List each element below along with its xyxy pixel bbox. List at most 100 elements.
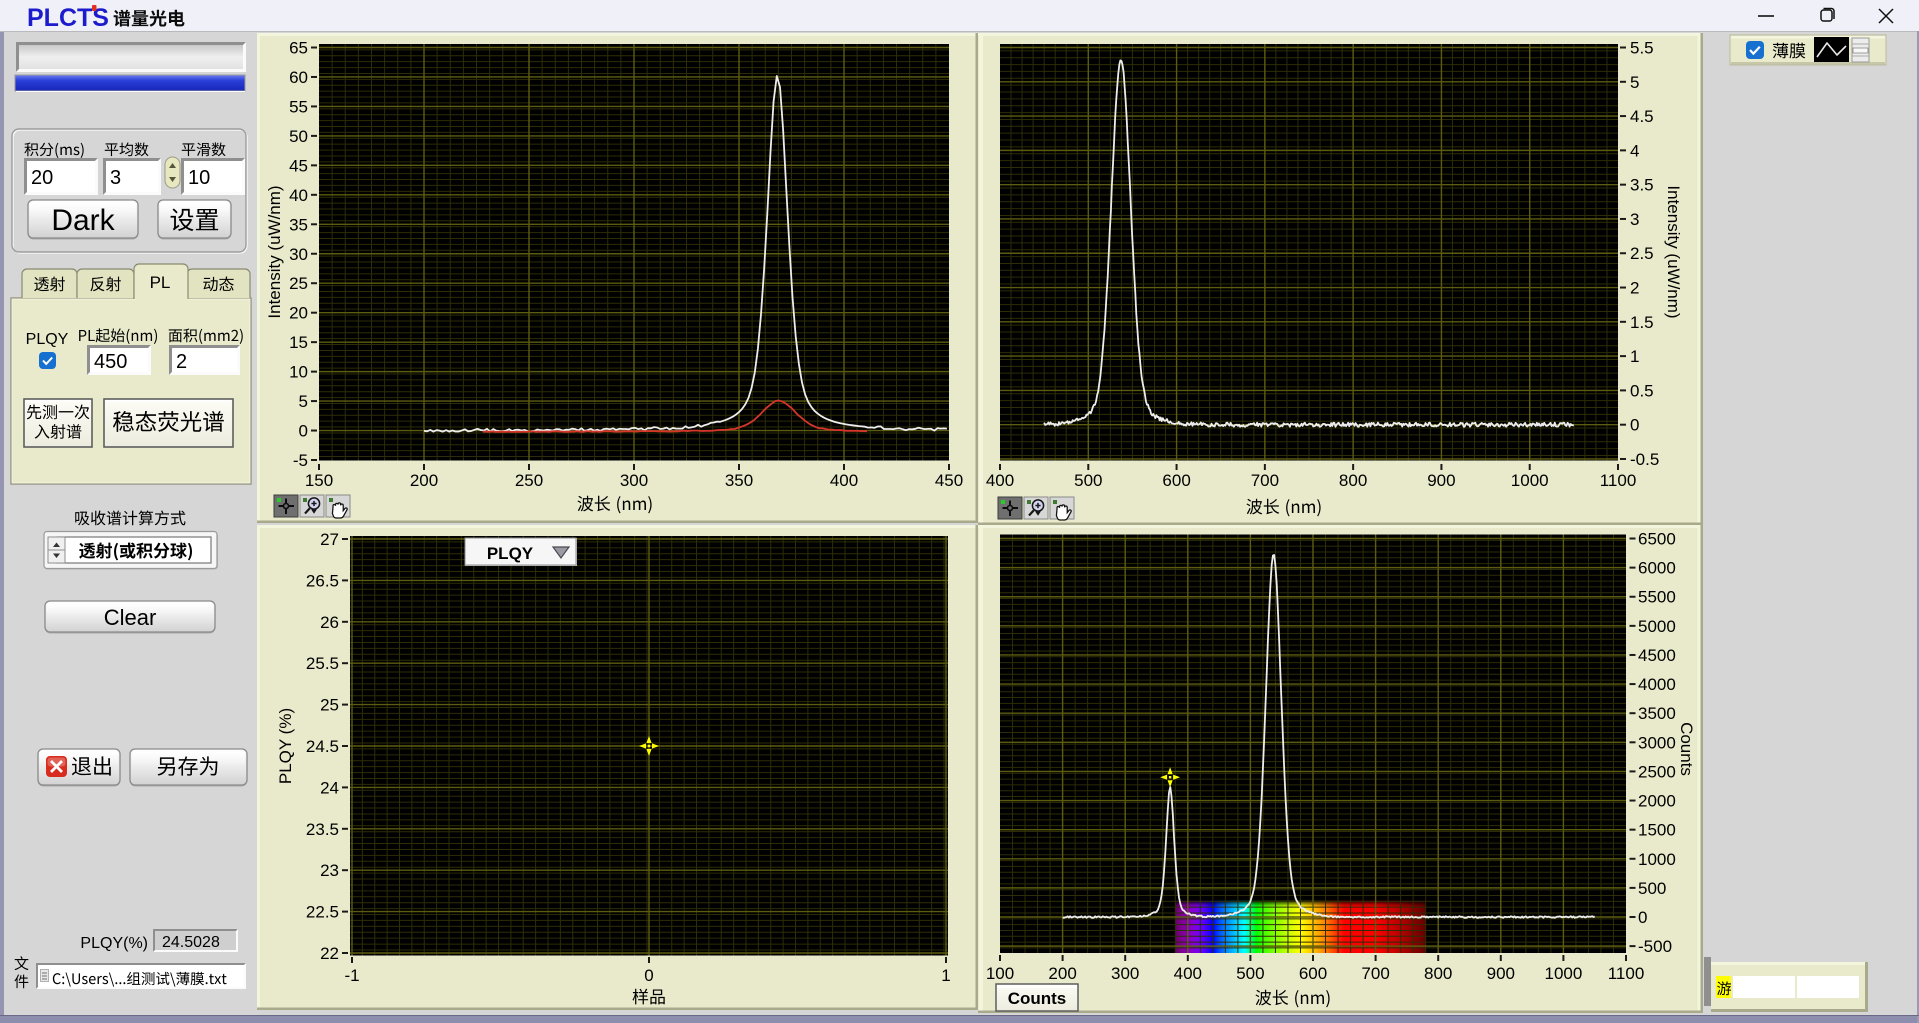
svg-text:3500: 3500: [1638, 704, 1676, 723]
svg-text:45: 45: [289, 156, 308, 175]
svg-text:PL: PL: [150, 273, 171, 292]
svg-text:800: 800: [1424, 964, 1452, 983]
svg-text:PLQY (%): PLQY (%): [276, 708, 295, 784]
svg-text:400: 400: [830, 471, 858, 490]
svg-text:3.5: 3.5: [1630, 176, 1654, 195]
svg-text:500: 500: [1638, 879, 1666, 898]
svg-text:4.5: 4.5: [1630, 107, 1654, 126]
svg-text:450: 450: [94, 351, 127, 373]
svg-text:4: 4: [1630, 141, 1639, 160]
svg-text:10: 10: [289, 363, 308, 382]
svg-text:Clear: Clear: [104, 605, 157, 630]
svg-text:0: 0: [644, 966, 653, 985]
svg-text:20: 20: [31, 167, 53, 189]
svg-text:50: 50: [289, 127, 308, 146]
svg-text:800: 800: [1339, 471, 1367, 490]
svg-text:20: 20: [289, 304, 308, 323]
svg-text:1.5: 1.5: [1630, 313, 1654, 332]
svg-text:24.5: 24.5: [306, 737, 339, 756]
svg-text:4000: 4000: [1638, 675, 1676, 694]
svg-text:23.5: 23.5: [306, 820, 339, 839]
svg-text:1500: 1500: [1638, 821, 1676, 840]
svg-text:700: 700: [1361, 964, 1389, 983]
svg-text:1: 1: [941, 966, 950, 985]
svg-text:Dark: Dark: [51, 204, 115, 237]
svg-text:1: 1: [1630, 347, 1639, 366]
svg-text:PLCTS: PLCTS: [27, 4, 109, 32]
svg-text:65: 65: [289, 39, 308, 58]
svg-text:600: 600: [1162, 471, 1190, 490]
svg-text:10: 10: [188, 167, 210, 189]
svg-text:500: 500: [1236, 964, 1264, 983]
svg-text:55: 55: [289, 97, 308, 116]
svg-text:Counts: Counts: [1677, 722, 1696, 776]
svg-text:0: 0: [1630, 416, 1639, 435]
svg-text:1000: 1000: [1511, 471, 1549, 490]
svg-text:2: 2: [176, 351, 187, 373]
svg-text:5500: 5500: [1638, 588, 1676, 607]
svg-text:400: 400: [986, 471, 1014, 490]
svg-text:PLQY: PLQY: [487, 544, 534, 563]
svg-text:2000: 2000: [1638, 792, 1676, 811]
svg-text:200: 200: [1048, 964, 1076, 983]
svg-text:6500: 6500: [1638, 530, 1676, 549]
svg-text:23: 23: [320, 861, 339, 880]
svg-text:200: 200: [410, 471, 438, 490]
svg-text:40: 40: [289, 186, 308, 205]
svg-text:350: 350: [725, 471, 753, 490]
svg-text:35: 35: [289, 215, 308, 234]
svg-text:Counts: Counts: [1008, 989, 1067, 1008]
svg-text:5: 5: [299, 392, 308, 411]
svg-text:6000: 6000: [1638, 559, 1676, 578]
svg-text:2: 2: [1630, 279, 1639, 298]
svg-text:15: 15: [289, 333, 308, 352]
svg-text:300: 300: [620, 471, 648, 490]
svg-text:PLQY: PLQY: [26, 331, 69, 348]
svg-text:27: 27: [320, 530, 339, 549]
svg-text:1100: 1100: [1608, 964, 1645, 983]
svg-text:900: 900: [1427, 471, 1455, 490]
svg-text:-0.5: -0.5: [1630, 450, 1659, 469]
svg-text:5.5: 5.5: [1630, 39, 1654, 58]
svg-text:150: 150: [305, 471, 333, 490]
svg-text:Intensity (uW/nm): Intensity (uW/nm): [265, 185, 284, 318]
svg-text:-1: -1: [344, 966, 359, 985]
svg-text:5000: 5000: [1638, 617, 1676, 636]
svg-text:3000: 3000: [1638, 733, 1676, 752]
svg-text:30: 30: [289, 245, 308, 264]
svg-text:100: 100: [986, 964, 1014, 983]
svg-text:25.5: 25.5: [306, 654, 339, 673]
svg-text:24.5028: 24.5028: [162, 934, 220, 951]
svg-text:1000: 1000: [1638, 850, 1676, 869]
svg-text:26.5: 26.5: [306, 571, 339, 590]
svg-text:25: 25: [320, 696, 339, 715]
svg-text:4500: 4500: [1638, 646, 1676, 665]
svg-text:22: 22: [320, 944, 339, 963]
svg-text:5: 5: [1630, 73, 1639, 92]
svg-text:3: 3: [110, 167, 121, 189]
svg-text:700: 700: [1251, 471, 1279, 490]
svg-text:-5: -5: [293, 451, 308, 470]
svg-text:0: 0: [1638, 908, 1647, 927]
svg-text:0: 0: [299, 422, 308, 441]
svg-text:22.5: 22.5: [306, 903, 339, 922]
svg-text:250: 250: [515, 471, 543, 490]
svg-text:900: 900: [1487, 964, 1515, 983]
svg-text:2.5: 2.5: [1630, 244, 1654, 263]
svg-text:25: 25: [289, 274, 308, 293]
svg-text:400: 400: [1174, 964, 1202, 983]
svg-text:500: 500: [1074, 471, 1102, 490]
svg-text:-500: -500: [1638, 937, 1672, 956]
svg-text:2500: 2500: [1638, 762, 1676, 781]
svg-text:26: 26: [320, 613, 339, 632]
svg-text:1100: 1100: [1600, 471, 1637, 490]
svg-text:24: 24: [320, 778, 339, 797]
svg-text:300: 300: [1111, 964, 1139, 983]
svg-text:Intensity (uW/nm): Intensity (uW/nm): [1664, 185, 1683, 318]
svg-text:0.5: 0.5: [1630, 381, 1654, 400]
svg-text:600: 600: [1299, 964, 1327, 983]
svg-text:60: 60: [289, 68, 308, 87]
svg-text:450: 450: [935, 471, 963, 490]
svg-text:1000: 1000: [1544, 964, 1582, 983]
svg-text:3: 3: [1630, 210, 1639, 229]
